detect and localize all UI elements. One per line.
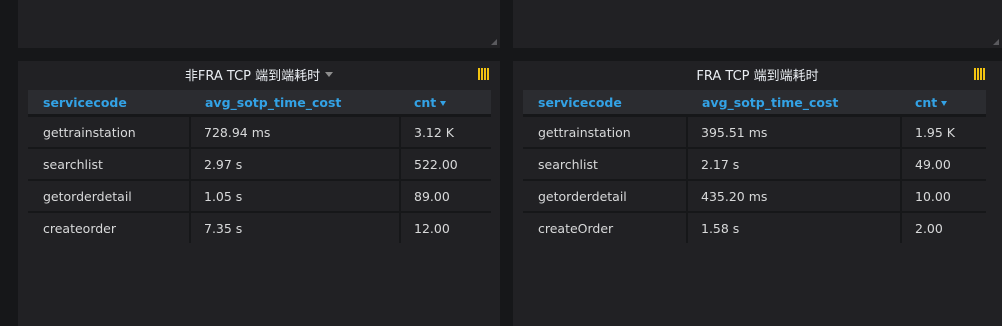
panel-title[interactable]: FRA TCP 端到端耗时 <box>696 65 818 84</box>
cell-avg: 7.35 s <box>189 211 400 243</box>
cell-cnt: 10.00 <box>900 179 986 212</box>
cell-avg: 1.05 s <box>189 179 400 212</box>
panel-top-right <box>513 0 1002 48</box>
table-panel-non-fra: 非FRA TCP 端到端耗时 servicecode avg_sotp_time… <box>18 61 500 326</box>
table-row: getorderdetail 1.05 s 89.00 <box>28 179 491 212</box>
cell-servicecode: getorderdetail <box>28 179 190 212</box>
panel-title[interactable]: 非FRA TCP 端到端耗时 <box>185 65 320 84</box>
cell-cnt: 3.12 K <box>399 114 491 148</box>
panel-header[interactable]: FRA TCP 端到端耗时 <box>513 61 1002 87</box>
cell-cnt: 12.00 <box>399 211 491 243</box>
cell-servicecode: createorder <box>28 211 190 243</box>
cell-cnt: 2.00 <box>900 211 986 243</box>
sort-desc-icon[interactable] <box>440 100 447 106</box>
cell-servicecode: searchlist <box>523 147 687 180</box>
cell-avg: 2.97 s <box>189 147 400 180</box>
table-row: searchlist 2.97 s 522.00 <box>28 147 491 180</box>
cell-servicecode: createOrder <box>523 211 687 243</box>
cell-cnt: 49.00 <box>900 147 986 180</box>
panel-header[interactable]: 非FRA TCP 端到端耗时 <box>18 61 500 87</box>
dashboard-canvas: 非FRA TCP 端到端耗时 servicecode avg_sotp_time… <box>0 0 1002 326</box>
column-header-cnt[interactable]: cnt <box>400 90 491 116</box>
cell-cnt: 89.00 <box>399 179 491 212</box>
resize-handle-icon[interactable] <box>993 39 999 45</box>
column-header-cnt[interactable]: cnt <box>901 90 986 116</box>
cell-servicecode: gettrainstation <box>28 114 190 148</box>
data-table: servicecode avg_sotp_time_cost cnt gettr… <box>523 90 986 243</box>
cell-avg: 1.58 s <box>686 211 901 243</box>
table-row: createOrder 1.58 s 2.00 <box>523 211 986 243</box>
caret-down-icon[interactable] <box>325 71 334 77</box>
table-row: gettrainstation 395.51 ms 1.95 K <box>523 114 986 148</box>
data-table: servicecode avg_sotp_time_cost cnt gettr… <box>28 90 491 243</box>
column-header-avg[interactable]: avg_sotp_time_cost <box>687 90 901 116</box>
cell-servicecode: gettrainstation <box>523 114 687 148</box>
cell-cnt: 1.95 K <box>900 114 986 148</box>
warning-bars-icon[interactable] <box>478 68 492 80</box>
table-header-row: servicecode avg_sotp_time_cost cnt <box>28 90 491 116</box>
table-row: searchlist 2.17 s 49.00 <box>523 147 986 180</box>
cell-servicecode: getorderdetail <box>523 179 687 212</box>
cell-cnt: 522.00 <box>399 147 491 180</box>
sort-desc-icon[interactable] <box>941 100 948 106</box>
table-row: createorder 7.35 s 12.00 <box>28 211 491 243</box>
table-header-row: servicecode avg_sotp_time_cost cnt <box>523 90 986 116</box>
table-row: getorderdetail 435.20 ms 10.00 <box>523 179 986 212</box>
cell-avg: 728.94 ms <box>189 114 400 148</box>
cell-avg: 2.17 s <box>686 147 901 180</box>
panel-top-left <box>18 0 500 48</box>
table-row: gettrainstation 728.94 ms 3.12 K <box>28 114 491 148</box>
cell-avg: 395.51 ms <box>686 114 901 148</box>
resize-handle-icon[interactable] <box>491 39 497 45</box>
column-header-servicecode[interactable]: servicecode <box>523 90 687 116</box>
warning-bars-icon[interactable] <box>974 68 988 80</box>
column-header-avg[interactable]: avg_sotp_time_cost <box>190 90 400 116</box>
cell-servicecode: searchlist <box>28 147 190 180</box>
column-header-servicecode[interactable]: servicecode <box>28 90 190 116</box>
cell-avg: 435.20 ms <box>686 179 901 212</box>
table-panel-fra: FRA TCP 端到端耗时 servicecode avg_sotp_time_… <box>513 61 1002 326</box>
